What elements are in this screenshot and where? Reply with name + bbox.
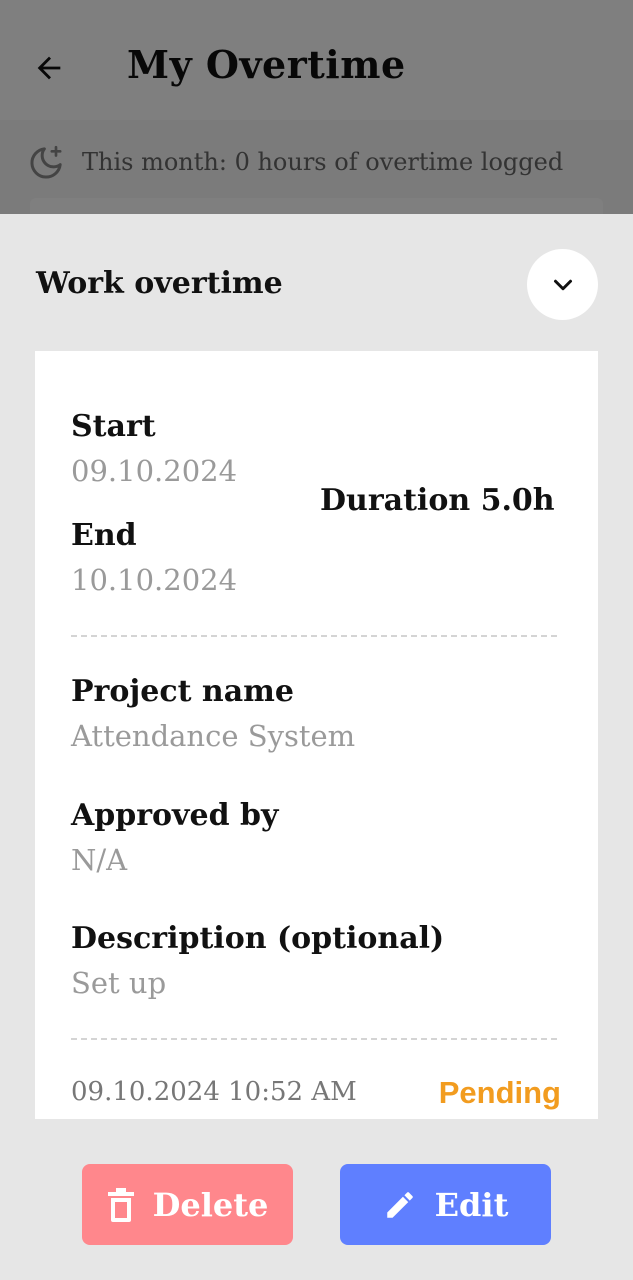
duration-text: Duration 5.0h xyxy=(320,483,555,518)
description-label: Description (optional) xyxy=(71,921,445,956)
chevron-down-icon xyxy=(553,279,572,290)
delete-label: Delete xyxy=(152,1185,269,1224)
sheet-title: Work overtime xyxy=(36,266,283,301)
edit-button[interactable]: Edit xyxy=(340,1164,551,1245)
overtime-detail-sheet: Work overtime Start 09.10.2024 Duration … xyxy=(0,214,633,1280)
overtime-entry-card: Start 09.10.2024 Duration 5.0h End 10.10… xyxy=(35,351,598,1119)
status-badge: Pending xyxy=(438,1075,561,1110)
start-value: 09.10.2024 xyxy=(71,454,238,488)
divider xyxy=(71,1038,557,1040)
approved-by-label: Approved by xyxy=(71,798,279,833)
trash-icon xyxy=(107,1187,134,1222)
delete-button[interactable]: Delete xyxy=(82,1164,293,1245)
end-value: 10.10.2024 xyxy=(71,563,238,597)
approved-by-value: N/A xyxy=(71,843,128,877)
end-label: End xyxy=(71,518,137,553)
collapse-button[interactable] xyxy=(527,249,598,320)
description-value: Set up xyxy=(71,966,167,1000)
edit-label: Edit xyxy=(434,1185,509,1224)
pencil-icon xyxy=(386,1191,413,1218)
created-timestamp: 09.10.2024 10:52 AM xyxy=(71,1077,357,1107)
start-label: Start xyxy=(71,409,156,444)
project-name-label: Project name xyxy=(71,674,294,709)
project-name-value: Attendance System xyxy=(71,719,356,753)
divider xyxy=(71,635,557,637)
